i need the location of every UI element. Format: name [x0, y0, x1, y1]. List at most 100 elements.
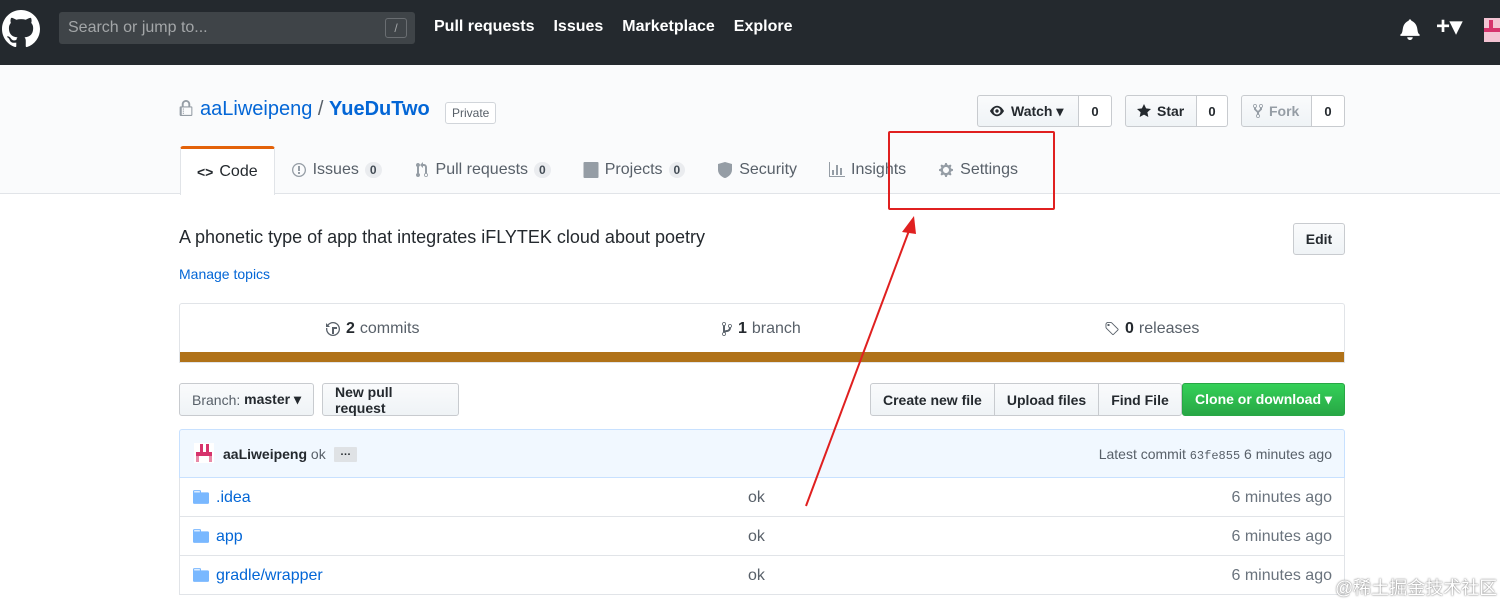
- folder-icon: [193, 568, 209, 582]
- file-age: 6 minutes ago: [1231, 528, 1332, 545]
- latest-commit-label: Latest commit: [1098, 446, 1186, 462]
- watch-label: Watch ▾: [1011, 102, 1064, 119]
- fork-count[interactable]: 0: [1312, 95, 1345, 127]
- file-commit-message[interactable]: ok: [748, 489, 765, 507]
- releases-count: 0: [1125, 320, 1134, 337]
- file-name-link[interactable]: app: [216, 528, 243, 546]
- header-nav: Pull requests Issues Marketplace Explore: [434, 18, 792, 36]
- repo-header: aaLiweipeng / YueDuTwo Private Watch ▾ 0…: [0, 65, 1500, 195]
- git-pull-request-icon: [415, 162, 428, 177]
- commit-author-link[interactable]: aaLiweipeng: [223, 446, 307, 462]
- search-input[interactable]: [59, 12, 379, 44]
- repo-owner-link[interactable]: aaLiweipeng: [200, 98, 312, 120]
- watch-button[interactable]: Watch ▾: [977, 95, 1079, 127]
- path-separator: /: [317, 98, 324, 120]
- watch-group: Watch ▾ 0: [977, 95, 1112, 127]
- tab-settings[interactable]: Settings: [922, 146, 1034, 194]
- commit-message[interactable]: ok: [311, 446, 326, 462]
- commits-count: 2: [346, 320, 355, 337]
- star-count[interactable]: 0: [1197, 95, 1228, 127]
- file-commit-message[interactable]: ok: [748, 528, 765, 546]
- file-actions-group: Create new file Upload files Find File: [870, 383, 1182, 416]
- user-avatar[interactable]: [1484, 18, 1500, 42]
- tab-pull-requests[interactable]: Pull requests 0: [398, 146, 567, 194]
- tab-security[interactable]: Security: [701, 146, 813, 194]
- notifications-bell-icon[interactable]: [1400, 18, 1420, 40]
- repo-tabs: <> Code Issues 0 Pull requests 0 Project…: [180, 146, 1034, 195]
- new-pull-request-button[interactable]: New pull request: [322, 383, 459, 416]
- repo-title: aaLiweipeng / YueDuTwo: [200, 98, 430, 121]
- fork-group: Fork 0: [1241, 95, 1345, 127]
- repo-description: A phonetic type of app that integrates i…: [179, 227, 705, 247]
- file-age: 6 minutes ago: [1231, 489, 1332, 506]
- private-badge: Private: [445, 102, 497, 124]
- project-icon: [583, 162, 599, 178]
- table-row: .idea ok 6 minutes ago: [179, 478, 1345, 517]
- pulls-counter: 0: [534, 162, 551, 178]
- file-name-link[interactable]: gradle/wrapper: [216, 567, 323, 585]
- upload-files-button[interactable]: Upload files: [993, 383, 1100, 416]
- repo-name-link[interactable]: YueDuTwo: [329, 98, 430, 120]
- history-icon: [326, 322, 340, 336]
- tab-issues-label: Issues: [312, 161, 359, 178]
- issues-counter: 0: [364, 162, 382, 178]
- find-file-button[interactable]: Find File: [1098, 383, 1182, 416]
- eye-icon: [990, 105, 1004, 117]
- author-avatar[interactable]: [194, 443, 214, 463]
- branch-count: 1: [738, 320, 747, 337]
- watermark-text: @稀土掘金技术社区: [1335, 578, 1498, 598]
- create-new-file-button[interactable]: Create new file: [870, 383, 995, 416]
- nav-marketplace[interactable]: Marketplace: [622, 18, 715, 36]
- tab-issues[interactable]: Issues 0: [275, 146, 398, 194]
- code-icon: <>: [197, 164, 214, 180]
- tab-insights-label: Insights: [851, 161, 907, 178]
- tab-projects[interactable]: Projects 0: [567, 146, 701, 194]
- star-button[interactable]: Star: [1125, 95, 1197, 127]
- edit-description-button[interactable]: Edit: [1293, 223, 1345, 255]
- fork-button[interactable]: Fork: [1241, 95, 1312, 127]
- table-row: gradle/wrapper ok 6 minutes ago: [179, 556, 1345, 595]
- star-group: Star 0: [1125, 95, 1228, 127]
- clone-or-download-button[interactable]: Clone or download ▾: [1182, 383, 1345, 416]
- search-box[interactable]: /: [59, 12, 415, 44]
- tab-code-label: Code: [219, 163, 258, 180]
- tab-insights[interactable]: Insights: [813, 146, 922, 194]
- tab-code[interactable]: <> Code: [180, 146, 275, 195]
- tag-icon: [1105, 322, 1119, 336]
- expand-commit-button[interactable]: …: [334, 447, 357, 462]
- commit-sha-link[interactable]: 63fe855: [1190, 449, 1240, 463]
- commits-link[interactable]: 2 commits: [325, 320, 419, 338]
- commits-label: commits: [359, 320, 420, 337]
- tab-pulls-label: Pull requests: [435, 161, 529, 178]
- global-header: / Pull requests Issues Marketplace Explo…: [0, 0, 1500, 65]
- watch-count[interactable]: 0: [1079, 95, 1112, 127]
- tab-settings-label: Settings: [960, 161, 1018, 178]
- star-icon: [1137, 104, 1151, 117]
- projects-counter: 0: [668, 162, 686, 178]
- language-bar[interactable]: [180, 352, 1344, 362]
- github-logo-icon[interactable]: [2, 10, 40, 48]
- commit-author: aaLiweipeng ok: [223, 446, 326, 462]
- create-new-dropdown[interactable]: +▾: [1436, 14, 1462, 40]
- file-name-link[interactable]: .idea: [216, 489, 251, 507]
- nav-issues[interactable]: Issues: [553, 18, 603, 36]
- latest-commit: Latest commit 63fe855 6 minutes ago: [1099, 446, 1332, 463]
- branch-label: branch: [751, 320, 801, 337]
- commit-tease: aaLiweipeng ok … Latest commit 63fe855 6…: [179, 429, 1345, 478]
- lock-icon: [179, 100, 193, 116]
- releases-link[interactable]: 0 releases: [1104, 320, 1199, 338]
- git-branch-icon: [722, 322, 732, 336]
- issue-opened-icon: [291, 163, 306, 177]
- nav-explore[interactable]: Explore: [734, 18, 793, 36]
- nav-pull-requests[interactable]: Pull requests: [434, 18, 534, 36]
- manage-topics-link[interactable]: Manage topics: [179, 266, 270, 282]
- file-list: .idea ok 6 minutes ago app ok 6 minutes …: [179, 478, 1345, 595]
- branch-prefix: Branch:: [192, 391, 241, 408]
- folder-icon: [193, 529, 209, 543]
- tab-security-label: Security: [739, 161, 798, 178]
- file-commit-message[interactable]: ok: [748, 567, 765, 585]
- branch-select-button[interactable]: Branch: master ▾: [179, 383, 314, 416]
- fork-icon: [1253, 103, 1263, 119]
- commit-age: 6 minutes ago: [1244, 446, 1332, 462]
- branches-link[interactable]: 1 branch: [721, 320, 801, 338]
